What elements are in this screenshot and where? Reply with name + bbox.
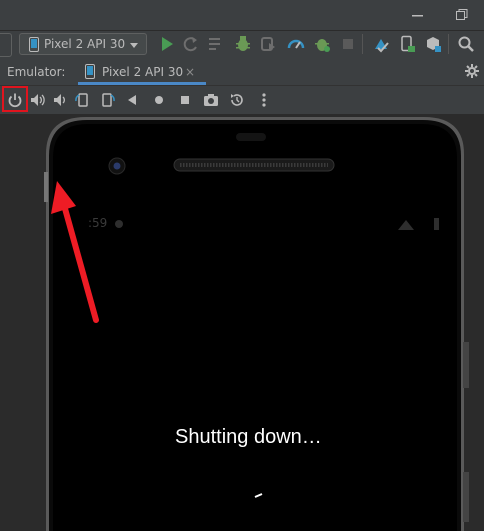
- annotation-arrow: [51, 181, 99, 323]
